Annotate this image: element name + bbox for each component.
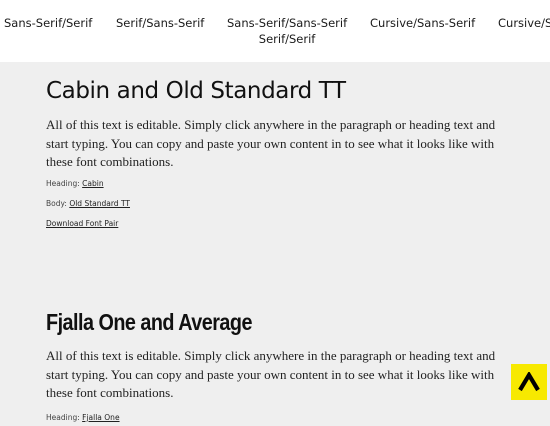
nav-label: Sans-Serif/Sans-Serif <box>227 16 348 30</box>
font-pair-fjalla-average: Fjalla One and Average All of this text … <box>46 307 506 423</box>
heading-font-credit: Heading: Fjalla One <box>46 413 506 423</box>
heading-font-link[interactable]: Fjalla One <box>82 413 119 422</box>
scroll-to-top-button[interactable] <box>511 364 547 400</box>
pair-heading[interactable]: Fjalla One and Average <box>46 307 442 337</box>
chevron-up-icon <box>518 372 540 392</box>
nav-serif-sans-serif[interactable]: Serif/Sans-Serif <box>116 15 204 31</box>
heading-font-label: Heading: <box>46 412 80 422</box>
nav-sans-serif-serif[interactable]: Sans-Serif/Serif <box>4 15 92 31</box>
nav-cursive-sans-serif[interactable]: Cursive/Sans-Serif <box>370 15 475 31</box>
nav-label: Cursive/Sans-Serif <box>370 16 476 30</box>
nav-sans-serif-sans-serif-serif-serif[interactable]: Sans-Serif/Sans-Serif Serif/Serif <box>227 15 347 47</box>
nav-label: Sans-Serif/Serif <box>4 16 93 30</box>
pair-heading[interactable]: Cabin and Old Standard TT <box>46 77 506 105</box>
nav-cursive-serif[interactable]: Cursive/S <box>498 15 550 31</box>
body-font-label: Body: <box>46 198 67 208</box>
font-category-nav: Sans-Serif/Serif Serif/Sans-Serif Sans-S… <box>0 0 550 62</box>
body-font-credit: Body: Old Standard TT <box>46 199 506 209</box>
pair-body-text[interactable]: All of this text is editable. Simply cli… <box>46 347 504 403</box>
pair-body-text[interactable]: All of this text is editable. Simply cli… <box>46 116 496 172</box>
nav-label-line-2: Serif/Serif <box>258 32 316 46</box>
heading-font-credit: Heading: Cabin <box>46 179 506 189</box>
nav-label: Serif/Sans-Serif <box>116 16 205 30</box>
download-credit: Download Font Pair <box>46 219 506 229</box>
body-font-link[interactable]: Old Standard TT <box>69 199 130 208</box>
download-font-pair-link[interactable]: Download Font Pair <box>46 219 118 228</box>
font-pair-cabin-old-standard: Cabin and Old Standard TT All of this te… <box>46 77 506 229</box>
nav-label: Cursive/S <box>498 16 550 30</box>
heading-font-label: Heading: <box>46 178 80 188</box>
heading-font-link[interactable]: Cabin <box>82 179 103 188</box>
